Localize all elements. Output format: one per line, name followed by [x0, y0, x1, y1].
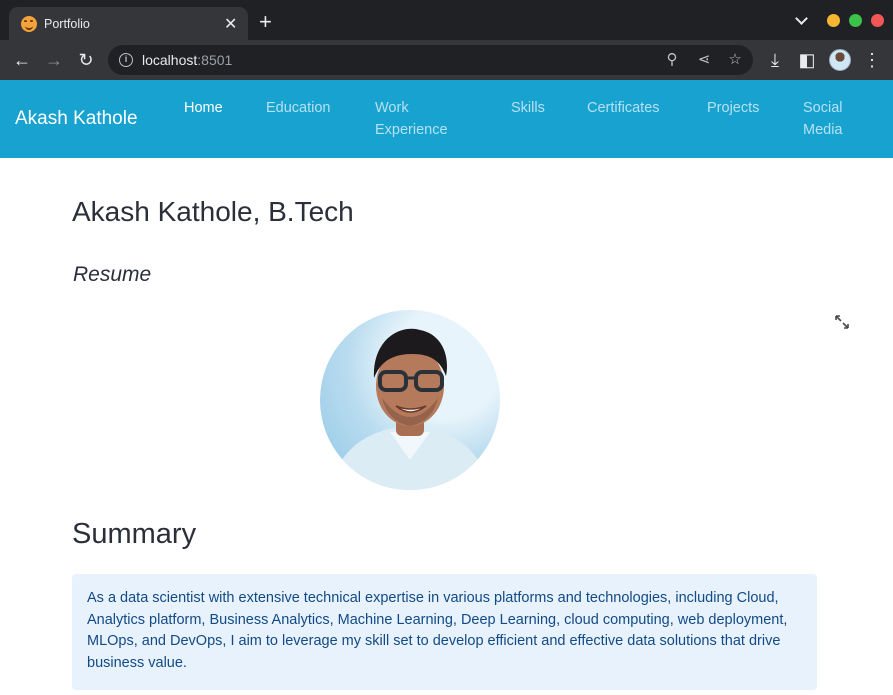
nav-skills[interactable]: Skills	[511, 97, 545, 119]
profile-photo-illustration	[330, 328, 490, 490]
page-title: Akash Kathole, B.Tech	[72, 196, 354, 227]
nav-social-line2[interactable]: Media	[803, 119, 843, 141]
nav-home[interactable]: Home	[184, 97, 223, 119]
reload-icon[interactable]: ↻	[74, 48, 98, 72]
bookmark-star-icon[interactable]: ☆	[725, 50, 745, 70]
summary-text: As a data scientist with extensive techn…	[87, 590, 788, 671]
nav-projects[interactable]: Projects	[707, 97, 759, 119]
share-icon[interactable]: ⋖	[694, 50, 714, 70]
more-menu-icon[interactable]: ⋮	[860, 48, 884, 72]
resume-link[interactable]: Resume	[73, 263, 151, 287]
zoom-icon[interactable]: ⚲	[662, 50, 682, 70]
nav-education[interactable]: Education	[266, 97, 331, 119]
tab-title: Portfolio	[44, 17, 90, 31]
nav-social-line1[interactable]: Social	[803, 97, 843, 119]
address-bar[interactable]: i localhost:8501 ⚲ ⋖ ☆	[108, 45, 753, 75]
summary-heading: Summary	[72, 518, 197, 550]
nav-work-line2[interactable]: Experience	[375, 119, 448, 141]
smiley-favicon-icon	[21, 16, 37, 32]
download-icon[interactable]: ⤓	[763, 48, 787, 72]
browser-tab[interactable]: Portfolio ✕	[9, 7, 248, 41]
nav-work-line1[interactable]: Work	[375, 97, 409, 119]
profile-avatar[interactable]	[829, 49, 851, 71]
site-navbar: Akash Kathole Home Education Work Experi…	[0, 80, 893, 158]
new-tab-icon[interactable]: +	[259, 11, 272, 33]
fullscreen-expand-icon[interactable]	[834, 314, 850, 330]
site-info-icon[interactable]: i	[119, 53, 133, 67]
back-arrow-icon[interactable]: ←	[10, 48, 34, 72]
close-tab-icon[interactable]: ✕	[224, 14, 237, 34]
minimize-window-icon[interactable]	[827, 14, 840, 27]
nav-certificates[interactable]: Certificates	[587, 97, 660, 119]
forward-arrow-icon[interactable]: →	[42, 48, 66, 72]
url-text[interactable]: localhost:8501	[142, 52, 232, 68]
maximize-window-icon[interactable]	[849, 14, 862, 27]
tab-search-chevron-icon[interactable]	[795, 12, 808, 25]
side-panel-icon[interactable]: ◧	[795, 48, 819, 72]
profile-photo	[320, 310, 500, 490]
browser-tabstrip: Portfolio ✕ +	[0, 0, 893, 41]
brand-name[interactable]: Akash Kathole	[15, 108, 138, 130]
summary-info-box: As a data scientist with extensive techn…	[72, 574, 817, 690]
close-window-icon[interactable]	[871, 14, 884, 27]
